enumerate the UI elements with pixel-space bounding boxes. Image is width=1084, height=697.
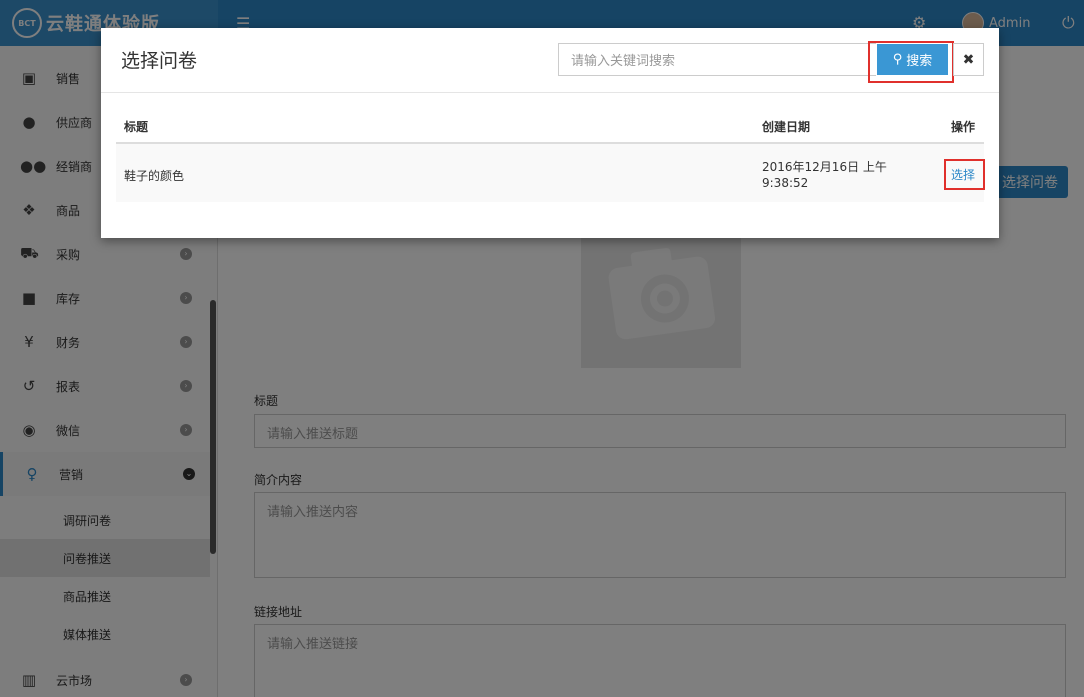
modal-title: 选择问卷 (121, 50, 198, 72)
column-header-title: 标题 (124, 120, 149, 134)
column-header-date: 创建日期 (762, 120, 811, 134)
modal-header-divider (101, 92, 999, 93)
search-input[interactable]: 请输入关键词搜索 (558, 43, 876, 76)
row-title: 鞋子的颜色 (124, 169, 185, 183)
search-highlight-box (868, 41, 954, 83)
column-header-action: 操作 (951, 120, 976, 134)
select-survey-modal: 选择问卷 请输入关键词搜索 ⚲ 搜索 ✖ 标题 创建日期 操作 鞋子的颜色 20… (101, 28, 999, 238)
row-date-line2: 9:38:52 (762, 176, 809, 190)
close-icon[interactable]: ✖ (953, 43, 984, 76)
select-highlight-box (944, 159, 985, 190)
row-date-line1: 2016年12月16日 上午 (762, 160, 887, 174)
